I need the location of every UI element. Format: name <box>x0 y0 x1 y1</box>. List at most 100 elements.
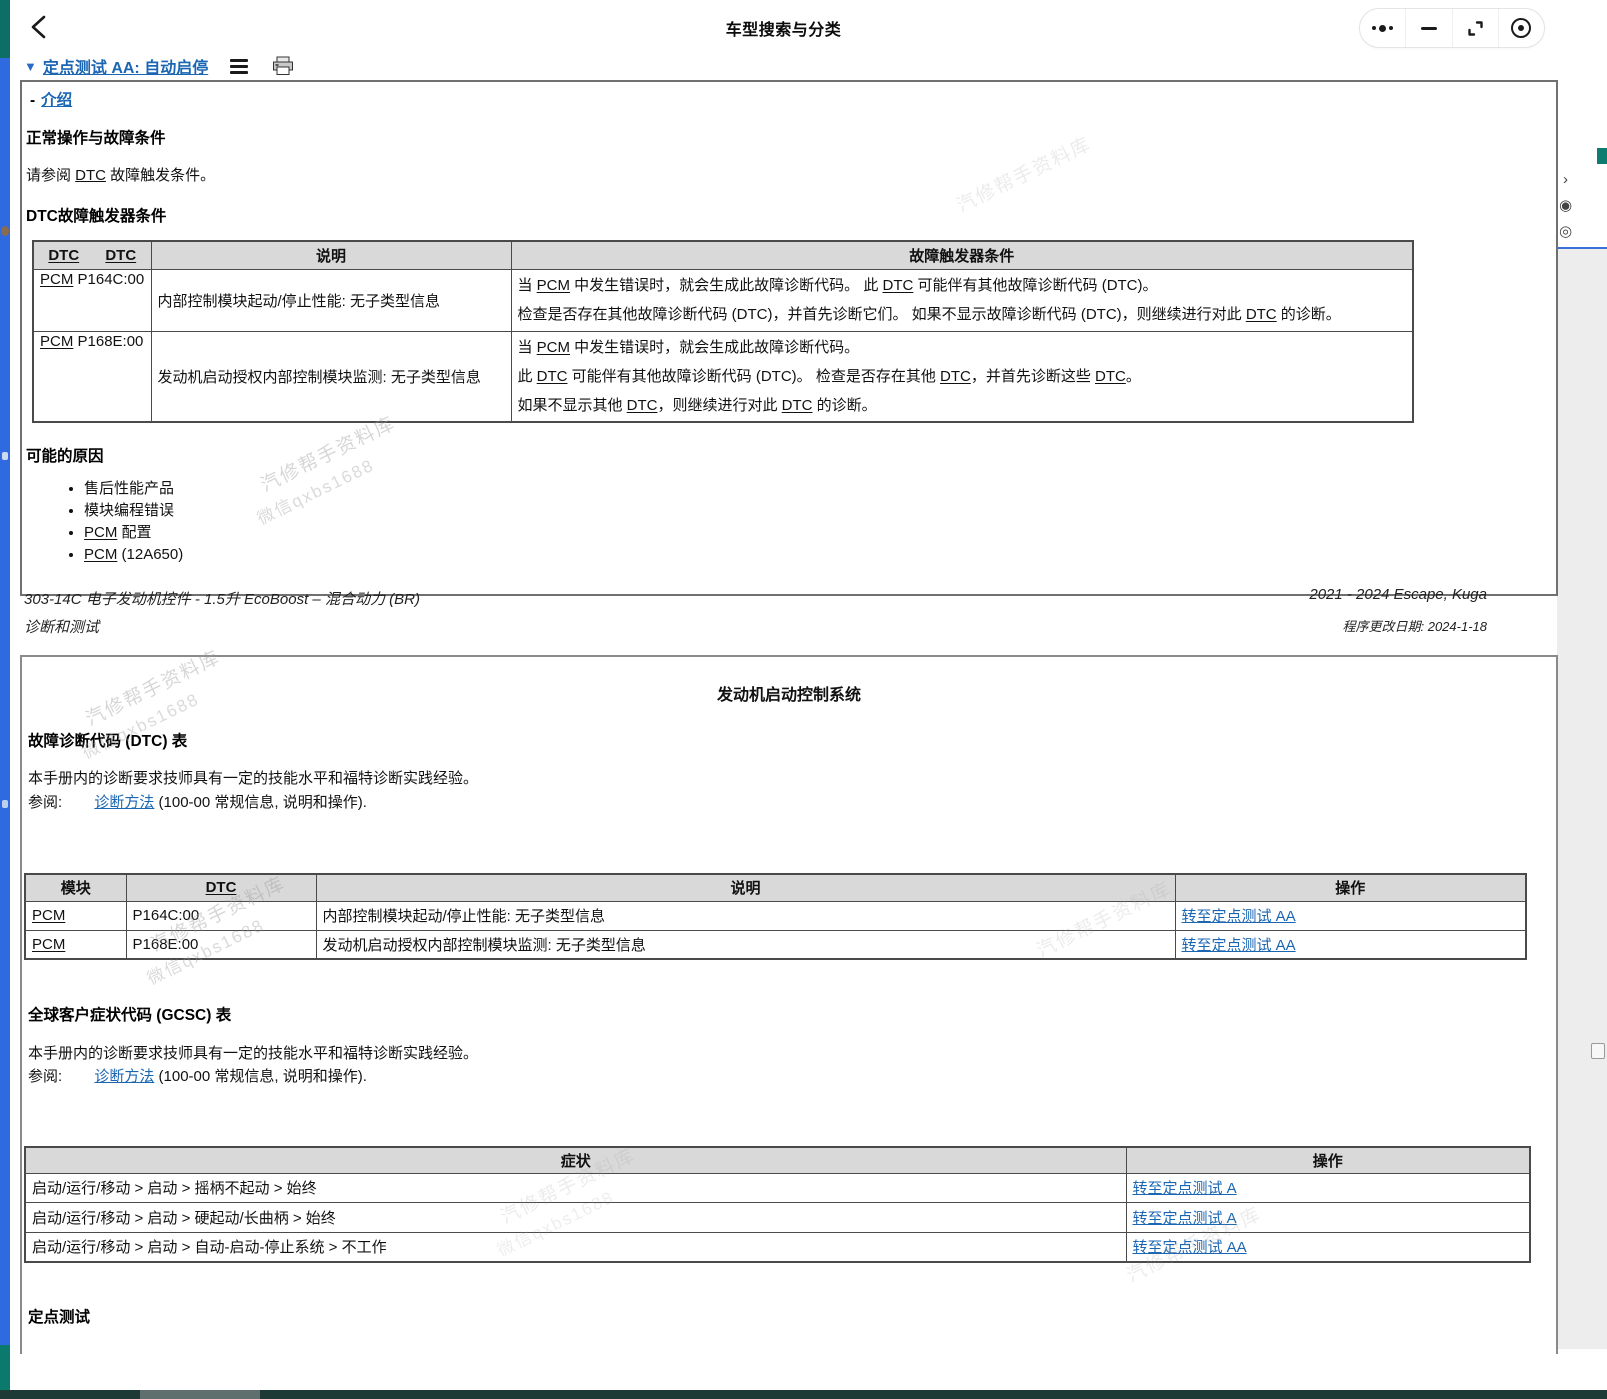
background-panel <box>1557 249 1607 1349</box>
cell-description: 内部控制模块起动/停止性能: 无子类型信息 <box>151 269 511 331</box>
skill-note: 本手册内的诊断要求技师具有一定的技能水平和福特诊断实践经验。 <box>28 1042 478 1063</box>
target-icon <box>1511 18 1531 38</box>
intro-section-link[interactable]: 介绍 <box>41 92 72 109</box>
cell-module: PCM <box>25 901 126 930</box>
possible-causes-list: 售后性能产品 模块编程错误 PCM 配置 PCM (12A650) <box>26 478 183 566</box>
condition-line: 检查是否存在其他故障诊断代码 (DTC)，并首先诊断它们。 如果不显示故障诊断代… <box>518 300 1407 329</box>
module-dtc-table: 模块 DTC 说明 操作 PCM P164C:00 内部控制模块起动/停止性能:… <box>24 873 1527 960</box>
table-row: PCM P168E:00 发动机启动授权内部控制模块监测: 无子类型信息 转至定… <box>25 930 1526 959</box>
doc-subtitle: 诊断和测试 <box>24 616 99 637</box>
taskbar-segment <box>140 1390 260 1399</box>
dtc-chart-heading: 故障诊断代码 (DTC) 表 <box>28 729 187 751</box>
refer-paragraph: 请参阅 DTC 故障触发条件。 <box>26 164 215 185</box>
doc-applicability: 2021 - 2024 Escape, Kuga <box>1309 586 1487 603</box>
cell-dtc: P164C:00 <box>126 901 316 930</box>
screen: › ◉ ◎ 车型搜索与分类 <box>0 0 1607 1399</box>
menu-button[interactable] <box>230 59 248 74</box>
desktop-icon-fragment <box>2 800 8 808</box>
introduction-section: -介绍 正常操作与故障条件 请参阅 DTC 故障触发条件。 DTC故障触发器条件… <box>20 80 1558 596</box>
condition-line: 当 PCM 中发生错误时，就会生成此故障诊断代码。 <box>518 333 1407 362</box>
doc-section-title: 303-14C 电子发动机控件 - 1.5升 EcoBoost – 混合动力 (… <box>24 588 420 609</box>
titlebar: 车型搜索与分类 <box>10 0 1557 52</box>
pcm-link[interactable]: PCM <box>40 333 73 350</box>
cell-dtc: PCM P164C:00 <box>33 269 151 331</box>
goto-pinpoint-test-link[interactable]: 转至定点测试 AA <box>1182 908 1296 925</box>
goto-pinpoint-test-link[interactable]: 转至定点测试 AA <box>1133 1239 1247 1256</box>
cause-item: 售后性能产品 <box>84 478 183 500</box>
desktop-icon-fragment <box>1 226 9 236</box>
gcsc-heading: 全球客户症状代码 (GCSC) 表 <box>28 1003 231 1025</box>
table-row: 启动/运行/移动 > 启动 > 硬起动/长曲柄 > 始终 转至定点测试 A <box>25 1202 1530 1232</box>
pcm-link[interactable]: PCM <box>32 936 65 953</box>
minimize-button[interactable] <box>1405 9 1451 47</box>
desktop-icon-fragment <box>2 452 8 460</box>
refer-pre-text: 请参阅 <box>26 167 75 184</box>
pcm-link[interactable]: PCM <box>40 271 73 288</box>
background-window-edge: › ◉ ◎ <box>1557 0 1607 1399</box>
cell-module: PCM <box>25 930 126 959</box>
cell-action: 转至定点测试 A <box>1126 1173 1530 1202</box>
refer-label: 参阅: <box>28 794 62 811</box>
dtc-header-link[interactable]: DTC <box>206 879 237 896</box>
goto-pinpoint-test-link[interactable]: 转至定点测试 A <box>1133 1180 1237 1197</box>
col-header-description: 说明 <box>151 241 511 269</box>
refer-line: 参阅: 诊断方法 (100-00 常规信息, 说明和操作). <box>28 791 367 812</box>
condition-line: 此 DTC 可能伴有其他故障诊断代码 (DTC)。 检查是否存在其他 DTC，并… <box>518 362 1407 391</box>
collapse-minus-icon[interactable]: - <box>30 92 35 109</box>
record-circle-icon: ◉ <box>1559 198 1572 213</box>
collapse-triangle-icon[interactable]: ▼ <box>24 59 37 74</box>
cell-description: 发动机启动授权内部控制模块监测: 无子类型信息 <box>316 930 1175 959</box>
dtc-trigger-heading: DTC故障触发器条件 <box>26 204 166 226</box>
more-dots-icon <box>1372 25 1393 32</box>
dtc-code: P164C:00 <box>78 271 145 288</box>
table-row: 启动/运行/移动 > 启动 > 摇柄不起动 > 始终 转至定点测试 A <box>25 1173 1530 1202</box>
normal-operation-heading: 正常操作与故障条件 <box>26 126 166 148</box>
refer-post: (100-00 常规信息, 说明和操作). <box>154 1068 367 1085</box>
cell-dtc: PCM P168E:00 <box>33 331 151 422</box>
cell-action: 转至定点测试 AA <box>1175 930 1526 959</box>
pinpoint-test-doc-link[interactable]: 定点测试 AA: 自动启停 <box>43 54 208 78</box>
condition-line: 如果不显示其他 DTC，则继续进行对此 DTC 的诊断。 <box>518 391 1407 420</box>
dtc-inline-link[interactable]: DTC <box>75 167 106 184</box>
dtc-header-link[interactable]: DTC <box>48 247 79 264</box>
col-header-action: 操作 <box>1126 1147 1530 1173</box>
cause-item: PCM (12A650) <box>84 544 183 566</box>
symptom-table: 症状 操作 启动/运行/移动 > 启动 > 摇柄不起动 > 始终 转至定点测试 … <box>24 1146 1531 1263</box>
dtc-header-link[interactable]: DTC <box>105 247 136 264</box>
fullscreen-button[interactable] <box>1452 9 1498 47</box>
col-header-dtc: DTC <box>126 874 316 901</box>
cause-item: 模块编程错误 <box>84 500 183 522</box>
diagnostic-method-link[interactable]: 诊断方法 <box>94 1068 154 1085</box>
dtc-trigger-table: DTC DTC 说明 故障触发器条件 PCM P164C:00 内部控制模块起动… <box>32 240 1414 423</box>
document-toolbar: ▼ 定点测试 AA: 自动启停 <box>24 52 294 80</box>
possible-causes-heading: 可能的原因 <box>26 444 104 466</box>
print-button[interactable] <box>272 56 294 76</box>
cell-condition: 当 PCM 中发生错误时，就会生成此故障诊断代码。 此 DTC 可能伴有其他故障… <box>511 269 1413 331</box>
dtc-code: P168E:00 <box>78 333 144 350</box>
taskbar <box>0 1390 1607 1399</box>
more-options-button[interactable] <box>1360 9 1405 47</box>
col-header-dtc: DTC DTC <box>33 241 151 269</box>
window-controls <box>1359 8 1545 48</box>
cell-description: 发动机启动授权内部控制模块监测: 无子类型信息 <box>151 331 511 422</box>
col-header-description: 说明 <box>316 874 1175 901</box>
minimize-icon <box>1421 27 1437 30</box>
diagnostic-method-link[interactable]: 诊断方法 <box>94 794 154 811</box>
col-header-action: 操作 <box>1175 874 1526 901</box>
refer-post: (100-00 常规信息, 说明和操作). <box>154 794 367 811</box>
pcm-link[interactable]: PCM <box>32 907 65 924</box>
skill-note: 本手册内的诊断要求技师具有一定的技能水平和福特诊断实践经验。 <box>28 767 478 788</box>
refer-label: 参阅: <box>28 1068 62 1085</box>
table-header-row: DTC DTC 说明 故障触发器条件 <box>33 241 1413 269</box>
table-row: PCM P164C:00 内部控制模块起动/停止性能: 无子类型信息 转至定点测… <box>25 901 1526 930</box>
goto-pinpoint-test-link[interactable]: 转至定点测试 A <box>1133 1210 1237 1227</box>
goto-pinpoint-test-link[interactable]: 转至定点测试 AA <box>1182 937 1296 954</box>
cell-condition: 当 PCM 中发生错误时，就会生成此故障诊断代码。 此 DTC 可能伴有其他故障… <box>511 331 1413 422</box>
target-circle-icon: ◎ <box>1559 224 1572 239</box>
cell-description: 内部控制模块起动/停止性能: 无子类型信息 <box>316 901 1175 930</box>
doc-revision-date: 程序更改日期: 2024-1-18 <box>1343 616 1488 635</box>
refer-post-text: 故障触发条件。 <box>106 167 215 184</box>
col-header-module: 模块 <box>25 874 126 901</box>
desktop-left-strip-top <box>0 0 10 58</box>
quit-button[interactable] <box>1498 9 1544 47</box>
